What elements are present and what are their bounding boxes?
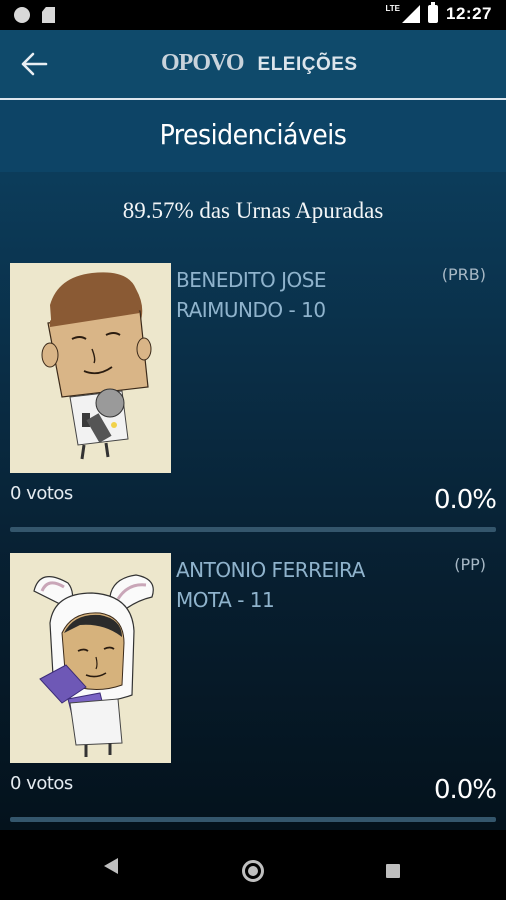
status-left-icons	[14, 7, 55, 23]
arrow-left-icon[interactable]	[20, 51, 48, 77]
sd-card-icon	[42, 7, 55, 23]
signal-icon	[402, 5, 421, 23]
candidate-caricature-bunny-costume	[33, 574, 154, 757]
status-time: 12:27	[446, 4, 492, 23]
status-bar: LTE 12:27	[0, 0, 506, 30]
candidate-photo	[10, 553, 171, 763]
section-header: Presidenciáveis	[0, 100, 506, 172]
battery-charging-icon	[428, 2, 439, 23]
toolbar: OPOVO ELEIÇÕES	[0, 30, 506, 98]
brand-logo: OPOVO	[161, 50, 245, 76]
candidate-name: ANTONIO FERREIRA MOTA - 11	[176, 558, 365, 612]
page-title: Presidenciáveis	[159, 118, 347, 151]
app-content: OPOVO ELEIÇÕES Presidenciáveis 89.57% da…	[0, 30, 506, 830]
system-nav-bar	[0, 830, 506, 900]
candidate-percent: 0.0%	[433, 485, 497, 515]
candidate-name: BENEDITO JOSE RAIMUNDO - 10	[176, 268, 327, 322]
candidate-party: (PP)	[454, 555, 486, 574]
candidate-divider	[10, 817, 496, 822]
candidate-divider	[10, 527, 496, 532]
status-right-icons: LTE 12:27	[380, 2, 493, 24]
brand-label: ELEIÇÕES	[257, 54, 358, 75]
counted-summary: 89.57% das Urnas Apuradas	[122, 198, 384, 223]
nav-back-icon[interactable]	[104, 858, 118, 874]
nav-home-icon[interactable]	[242, 860, 264, 882]
candidate-caricature-microphone	[41, 272, 152, 460]
candidate-party: (PRB)	[441, 265, 486, 284]
candidate-percent: 0.0%	[433, 775, 497, 805]
brand: OPOVO ELEIÇÕES	[161, 50, 358, 77]
candidate-votes: 0 votos	[10, 773, 73, 794]
network-type-label: LTE	[385, 3, 401, 13]
candidate-votes: 0 votos	[10, 483, 73, 504]
notification-circle-icon	[14, 7, 30, 23]
candidate-photo	[10, 263, 171, 473]
nav-recents-icon[interactable]	[386, 864, 400, 878]
